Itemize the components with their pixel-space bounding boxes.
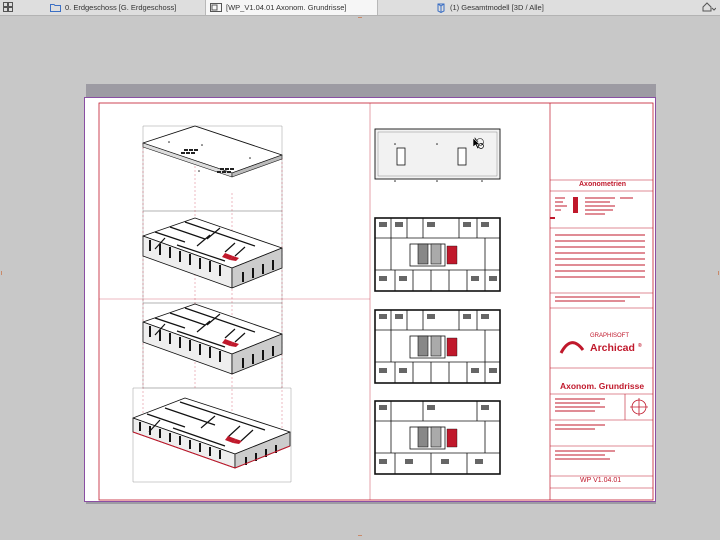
north-arrow-icon (630, 398, 648, 416)
sidebar-layout-icon[interactable] (3, 2, 13, 14)
tab-label: [WP_V1.04.01 Axonom. Grundrisse] (226, 3, 347, 12)
title-block-heading: Axonometrien (579, 181, 627, 188)
tab-bar: 0. Erdgeschoss [G. Erdgeschoss] [WP_V1.0… (0, 0, 720, 16)
3d-model-icon (437, 3, 445, 13)
brand-name: Archicad (590, 342, 635, 354)
axonometric-views (132, 125, 292, 483)
drawing-title: Axonom. Grundrisse (560, 381, 645, 391)
layout-sheet[interactable]: Axonometrien GRAPHISOFT Archicad ® Axono… (84, 97, 656, 502)
mouse-cursor-icon (472, 137, 485, 155)
archicad-logo-icon (559, 341, 585, 354)
tab-3d-model[interactable]: (1) Gesamtmodell [3D / Alle] (432, 0, 592, 15)
tab-label: 0. Erdgeschoss [G. Erdgeschoss] (65, 3, 177, 12)
home-menu-icon[interactable] (702, 2, 717, 14)
sheet-id: WP V1.04.01 (580, 477, 622, 484)
brand-mark: ® (638, 343, 642, 349)
tab-layout[interactable]: [WP_V1.04.01 Axonom. Grundrisse] (205, 0, 378, 15)
folder-icon (50, 4, 61, 12)
brand-top: GRAPHISOFT (590, 333, 630, 339)
sheet-drawing (98, 102, 654, 501)
floor-plans (374, 128, 501, 475)
tab-label: (1) Gesamtmodell [3D / Alle] (450, 3, 544, 12)
tab-erdgeschoss[interactable]: 0. Erdgeschoss [G. Erdgeschoss] (46, 0, 206, 15)
layout-sheet-icon (210, 3, 222, 12)
